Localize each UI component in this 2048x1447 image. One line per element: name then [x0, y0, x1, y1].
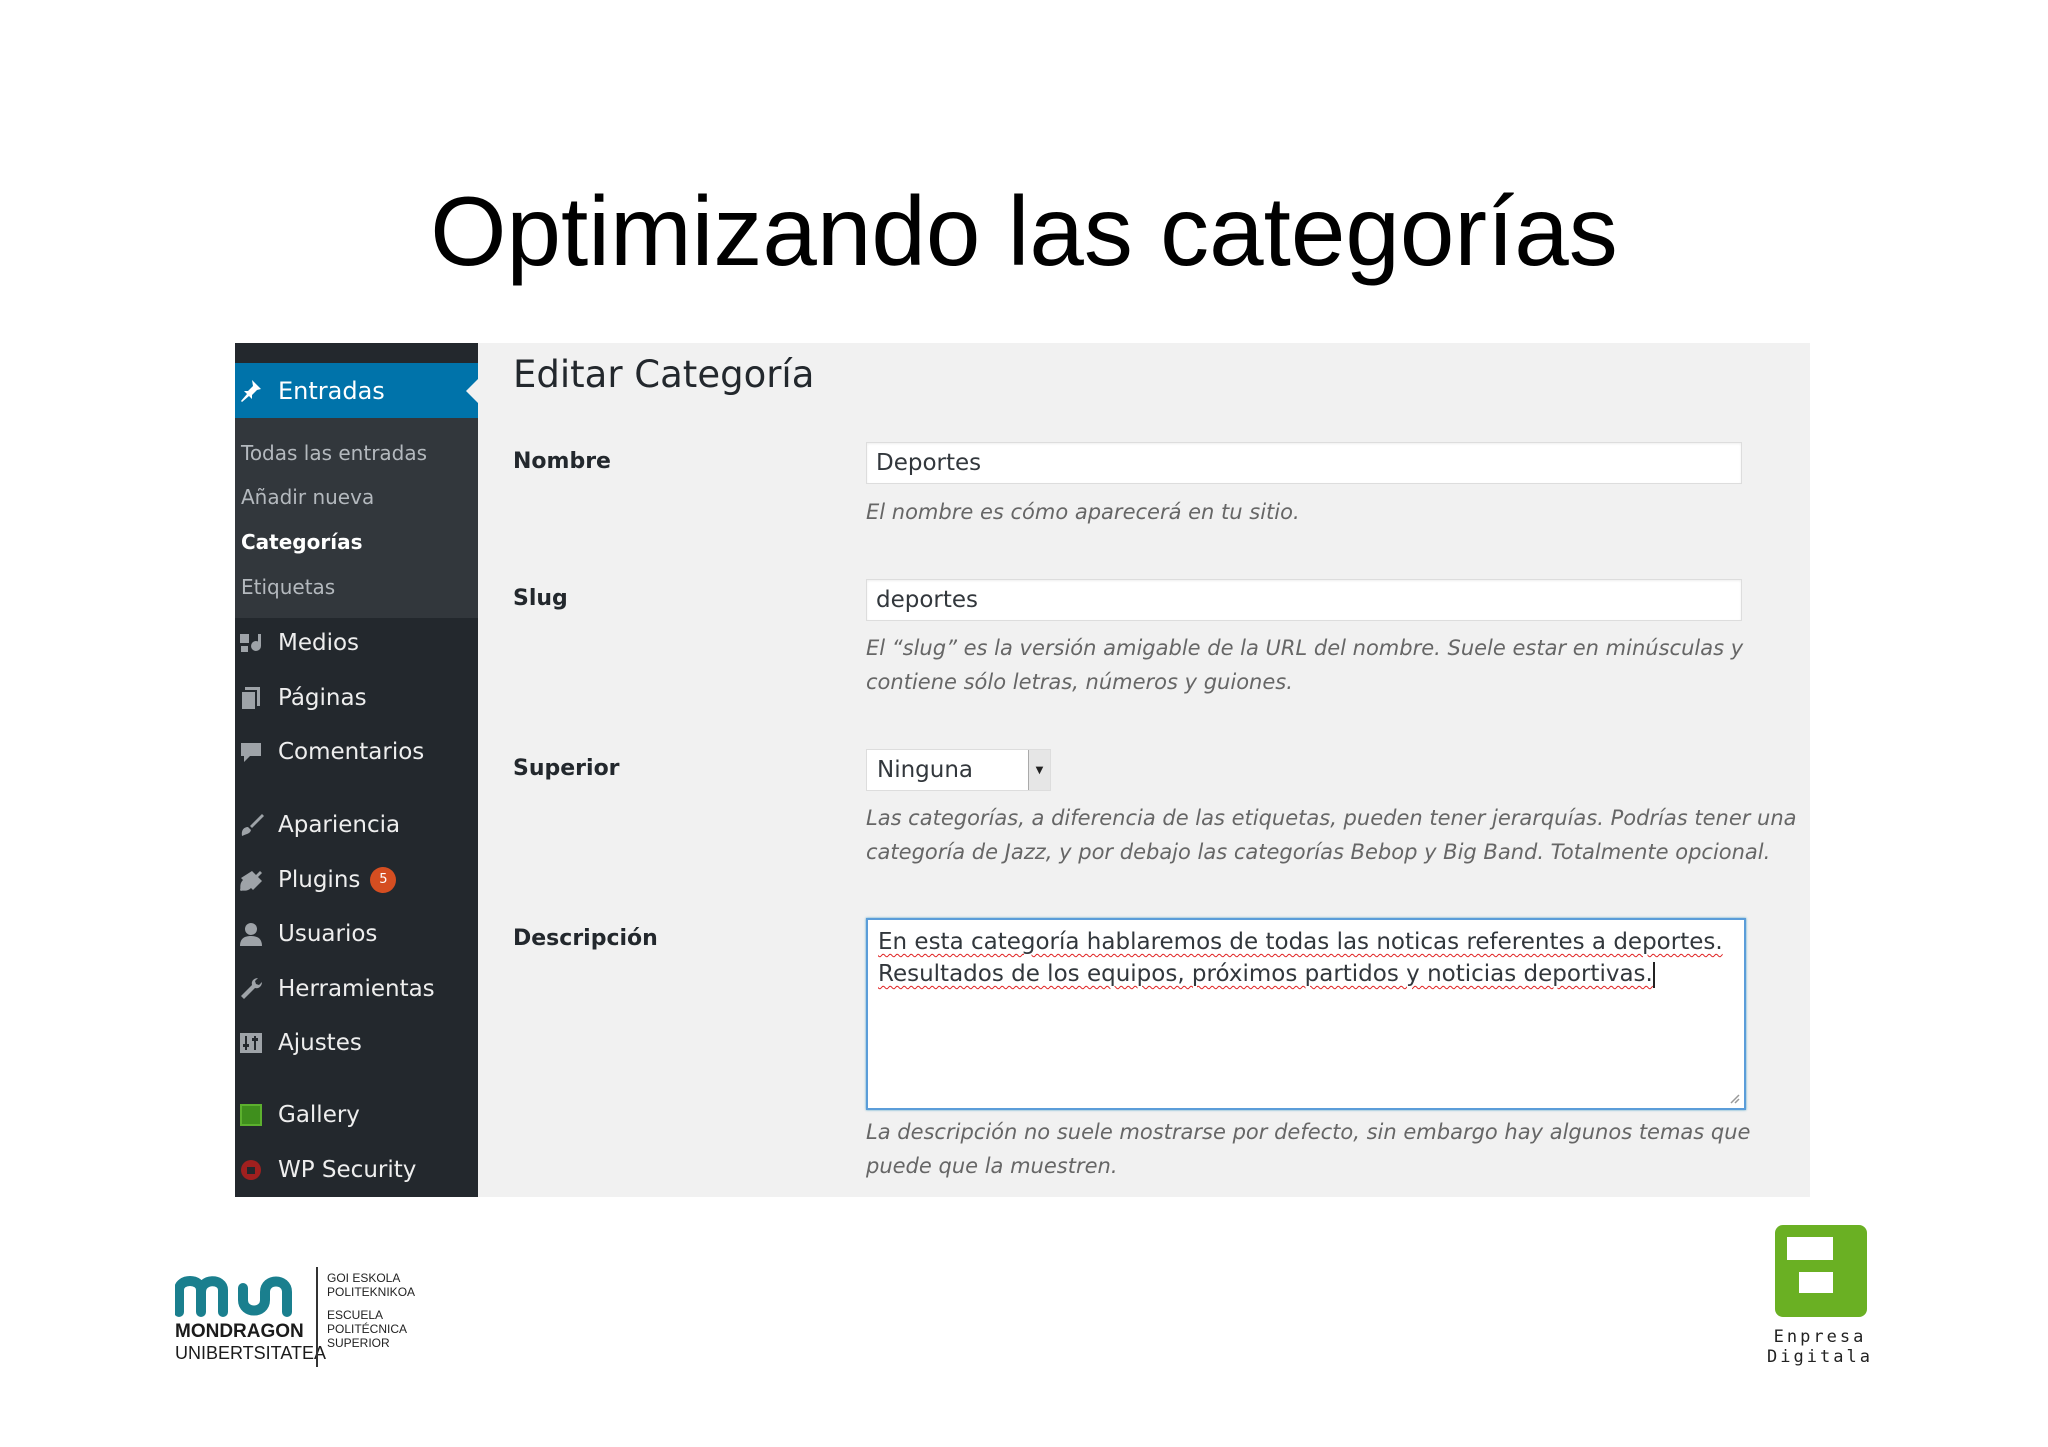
- wordpress-admin-screenshot: Entradas Todas las entradas Añadir nueva…: [235, 343, 1810, 1197]
- sidebar-item-herramientas[interactable]: Herramientas: [235, 969, 478, 1009]
- gallery-icon: [238, 1102, 264, 1128]
- sidebar-item-comentarios[interactable]: Comentarios: [235, 732, 478, 772]
- mondragon-side-4: POLITÉCNICA: [327, 1321, 407, 1336]
- mondragon-side-3: ESCUELA: [327, 1308, 383, 1322]
- sidebar-item-ajustes[interactable]: Ajustes: [235, 1023, 478, 1063]
- sidebar-item-label: WP Security: [278, 1157, 417, 1183]
- mondragon-side-5: SUPERIOR: [327, 1336, 390, 1350]
- enpresa-line-1: Enpresa: [1774, 1327, 1867, 1347]
- security-icon: [238, 1157, 264, 1183]
- sidebar-item-label: Gallery: [278, 1102, 360, 1128]
- pages-icon: [238, 685, 264, 711]
- superior-label: Superior: [513, 756, 620, 781]
- users-icon: [238, 921, 264, 947]
- submenu-entradas: Todas las entradas Añadir nueva Categorí…: [235, 418, 478, 618]
- chevron-down-icon[interactable]: ▼: [1028, 750, 1050, 790]
- sidebar-item-label: Medios: [278, 630, 360, 656]
- enpresa-digitala-logo: Enpresa Digitala: [1765, 1220, 1875, 1370]
- slug-help: El “slug” es la versión amigable de la U…: [866, 636, 1744, 694]
- sidebar-item-apariencia[interactable]: Apariencia: [235, 805, 478, 845]
- appearance-icon: [238, 812, 264, 838]
- active-indicator: [466, 379, 478, 403]
- enpresa-digitala-logo-graphic: Enpresa Digitala: [1767, 1225, 1873, 1367]
- submenu-item-anadir[interactable]: Añadir nueva: [241, 485, 374, 509]
- descripcion-help: La descripción no suele mostrarse por de…: [866, 1120, 1751, 1178]
- submenu-item-todas[interactable]: Todas las entradas: [241, 441, 427, 465]
- submenu-item-categorias[interactable]: Categorías: [241, 530, 362, 554]
- pin-icon: [238, 377, 264, 403]
- sidebar-item-plugins[interactable]: Plugins 5: [235, 860, 478, 900]
- slug-input[interactable]: deportes: [866, 579, 1742, 621]
- sidebar-item-usuarios[interactable]: Usuarios: [235, 914, 478, 954]
- sidebar-item-label: Usuarios: [278, 921, 378, 947]
- superior-help: Las categorías, a diferencia de las etiq…: [866, 806, 1797, 864]
- mondragon-side-1: GOI ESKOLA: [327, 1271, 400, 1285]
- sidebar-item-gallery[interactable]: Gallery: [235, 1095, 478, 1135]
- mondragon-side-2: POLITEKNIKOA: [327, 1285, 415, 1299]
- text-caret: [1652, 961, 1655, 988]
- sidebar-item-label: Ajustes: [278, 1030, 362, 1056]
- slide-title: Optimizando las categorías: [430, 176, 1618, 286]
- descripcion-textarea[interactable]: En esta categoría hablaremos de todas la…: [866, 918, 1746, 1110]
- mondragon-line-2: UNIBERTSITATEA: [175, 1343, 326, 1363]
- slug-label: Slug: [513, 586, 568, 611]
- sidebar-item-wp-security[interactable]: WP Security: [235, 1150, 478, 1190]
- mondragon-logo: MONDRAGON UNIBERTSITATEA GOI ESKOLA POLI…: [174, 1262, 445, 1372]
- sidebar-item-label: Apariencia: [278, 812, 401, 838]
- sidebar-item-label: Páginas: [278, 685, 367, 711]
- superior-select[interactable]: Ninguna ▼: [866, 749, 1051, 791]
- sidebar-item-medios[interactable]: Medios: [235, 623, 478, 663]
- sidebar-item-label: Entradas: [278, 376, 385, 405]
- page-title: Editar Categoría: [513, 353, 815, 396]
- nombre-help: El nombre es cómo aparecerá en tu sitio.: [866, 500, 1300, 524]
- resize-grip-icon[interactable]: [1728, 1092, 1740, 1104]
- update-count-badge: 5: [370, 867, 397, 894]
- submenu-item-etiquetas[interactable]: Etiquetas: [241, 575, 335, 599]
- nombre-label: Nombre: [513, 449, 611, 474]
- edit-category-form: Editar Categoría Nombre Deportes El nomb…: [478, 343, 1810, 1197]
- descripcion-line-1: En esta categoría hablaremos de todas la…: [878, 929, 1723, 955]
- sidebar-item-label: Plugins 5: [278, 867, 397, 894]
- sidebar-item-paginas[interactable]: Páginas: [235, 678, 478, 718]
- sidebar-top-strip: [235, 343, 478, 363]
- enpresa-line-2: Digitala: [1767, 1347, 1873, 1367]
- descripcion-label: Descripción: [513, 926, 658, 951]
- admin-sidebar: Entradas Todas las entradas Añadir nueva…: [235, 343, 478, 1197]
- comments-icon: [238, 739, 264, 765]
- superior-selected-value: Ninguna: [877, 757, 974, 783]
- media-icon: [238, 630, 264, 656]
- tools-icon: [238, 976, 264, 1002]
- sidebar-item-label: Herramientas: [278, 976, 435, 1002]
- settings-icon: [238, 1030, 264, 1056]
- mondragon-logo-graphic: MONDRAGON UNIBERTSITATEA GOI ESKOLA POLI…: [174, 1267, 415, 1367]
- sidebar-item-entradas[interactable]: Entradas: [235, 363, 478, 418]
- nombre-input[interactable]: Deportes: [866, 442, 1742, 484]
- plugins-icon: [238, 867, 264, 893]
- descripcion-line-2: Resultados de los equipos, próximos part…: [878, 961, 1655, 988]
- sidebar-item-label: Comentarios: [278, 739, 425, 765]
- mondragon-line-1: MONDRAGON: [175, 1321, 304, 1342]
